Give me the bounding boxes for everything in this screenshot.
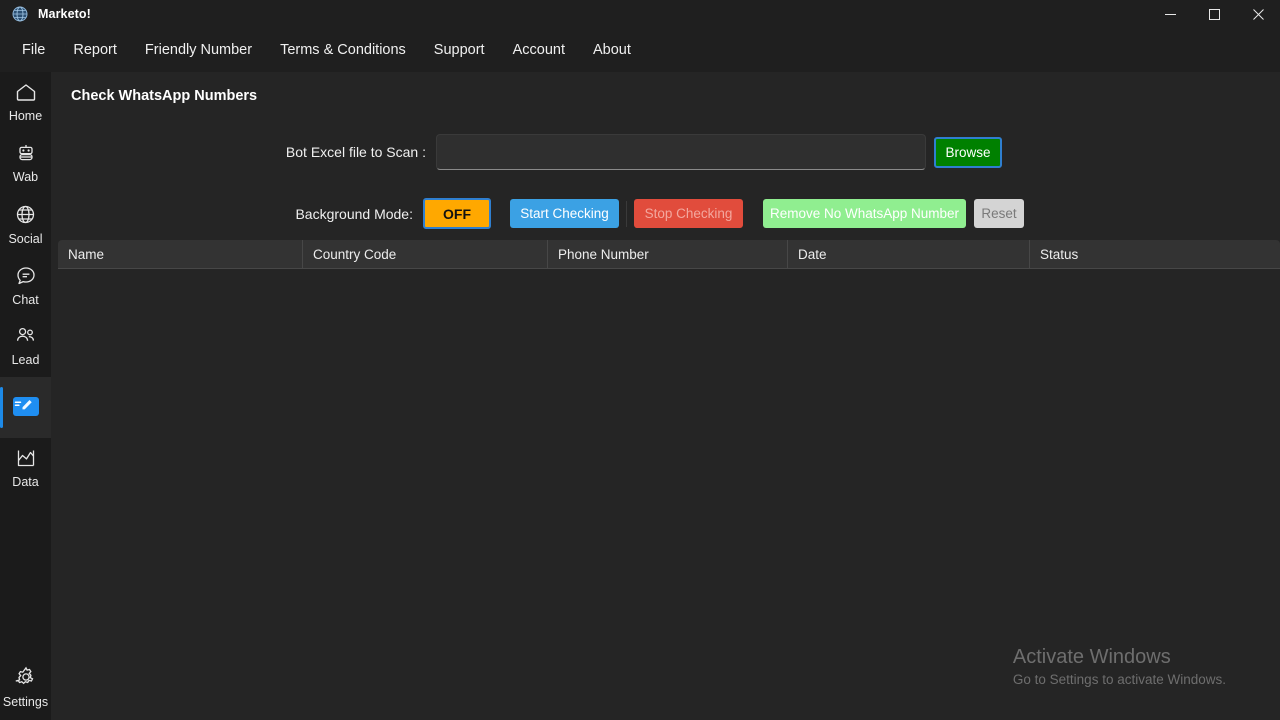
reset-button[interactable]: Reset [974, 199, 1024, 228]
people-icon [15, 326, 37, 351]
sidebar-item-settings[interactable]: Settings [0, 658, 51, 716]
sidebar-item-label-wab: Wab [12, 170, 39, 184]
sidebar-item-social[interactable]: Social [0, 194, 51, 255]
file-input-label: Bot Excel file to Scan : [285, 144, 426, 160]
window-controls [1148, 0, 1280, 28]
menu-item-report[interactable]: Report [59, 36, 131, 64]
sidebar-item-data[interactable]: Data [0, 438, 51, 499]
column-header-country-code[interactable]: Country Code [303, 239, 548, 269]
start-checking-button[interactable]: Start Checking [510, 199, 619, 228]
gear-icon [15, 666, 37, 693]
sidebar-item-lead[interactable]: Lead [0, 316, 51, 377]
window-title: Marketo! [38, 7, 91, 21]
column-header-name[interactable]: Name [58, 239, 303, 269]
minimize-button[interactable] [1148, 0, 1192, 28]
sidebar-item-label-home: Home [8, 109, 43, 123]
column-header-date[interactable]: Date [788, 239, 1030, 269]
title-bar: Marketo! [0, 0, 1280, 28]
sidebar-item-label-chat: Chat [12, 292, 39, 307]
menu-item-friendly-number[interactable]: Friendly Number [131, 36, 266, 64]
page-title: Check WhatsApp Numbers [71, 88, 258, 104]
home-icon [15, 82, 37, 107]
chat-icon [15, 265, 37, 291]
globe-icon [12, 6, 28, 22]
sidebar: Home Wab Social Chat Lead Data Settings [0, 72, 51, 720]
menu-item-account[interactable]: Account [499, 36, 579, 64]
browse-button[interactable]: Browse [934, 136, 1002, 168]
stop-checking-button[interactable]: Stop Checking [634, 199, 743, 228]
background-mode-toggle[interactable]: OFF [423, 198, 491, 229]
remove-no-whatsapp-number-button[interactable]: Remove No WhatsApp Number [763, 199, 966, 228]
activate-windows-watermark: Activate Windows Go to Settings to activ… [1013, 644, 1226, 690]
sidebar-item-label-data: Data [12, 475, 39, 489]
button-separator-1 [626, 200, 627, 227]
globe-icon [15, 204, 36, 230]
robot-icon [15, 143, 37, 168]
column-header-status[interactable]: Status [1030, 240, 1280, 269]
maximize-button[interactable] [1192, 0, 1236, 28]
sidebar-item-home[interactable]: Home [0, 72, 51, 133]
menu-item-about[interactable]: About [579, 36, 645, 64]
watermark-subtitle: Go to Settings to activate Windows. [1012, 672, 1226, 687]
menu-bar: File Report Friendly Number Terms & Cond… [0, 28, 1280, 72]
sidebar-item-wab[interactable]: Wab [0, 133, 51, 194]
file-select-row: Bot Excel file to Scan : Browse [51, 134, 1280, 170]
main-content: Check WhatsApp Numbers Bot Excel file to… [51, 72, 1280, 720]
sidebar-item-label-lead: Lead [11, 353, 40, 367]
menu-item-support[interactable]: Support [420, 36, 499, 64]
sidebar-item-check-numbers[interactable] [0, 377, 51, 438]
sidebar-item-label-settings: Settings [2, 694, 49, 709]
watermark-title: Activate Windows [1012, 646, 1171, 668]
background-mode-label: Background Mode: [295, 205, 413, 222]
sidebar-item-chat[interactable]: Chat [0, 255, 51, 316]
results-table-header: Name Country Code Phone Number Date Stat… [58, 239, 1280, 269]
menu-item-terms-and-conditions[interactable]: Terms & Conditions [266, 36, 420, 64]
chart-icon [15, 448, 37, 473]
results-table-body[interactable] [58, 269, 1280, 709]
column-header-phone-number[interactable]: Phone Number [548, 239, 788, 269]
action-button-row: Background Mode: OFF Start Checking Stop… [51, 198, 1280, 229]
close-button[interactable] [1236, 0, 1280, 28]
sidebar-item-label-social: Social [8, 231, 43, 246]
file-path-input[interactable] [436, 134, 926, 170]
card-edit-icon [12, 396, 39, 416]
menu-item-file[interactable]: File [8, 36, 59, 64]
